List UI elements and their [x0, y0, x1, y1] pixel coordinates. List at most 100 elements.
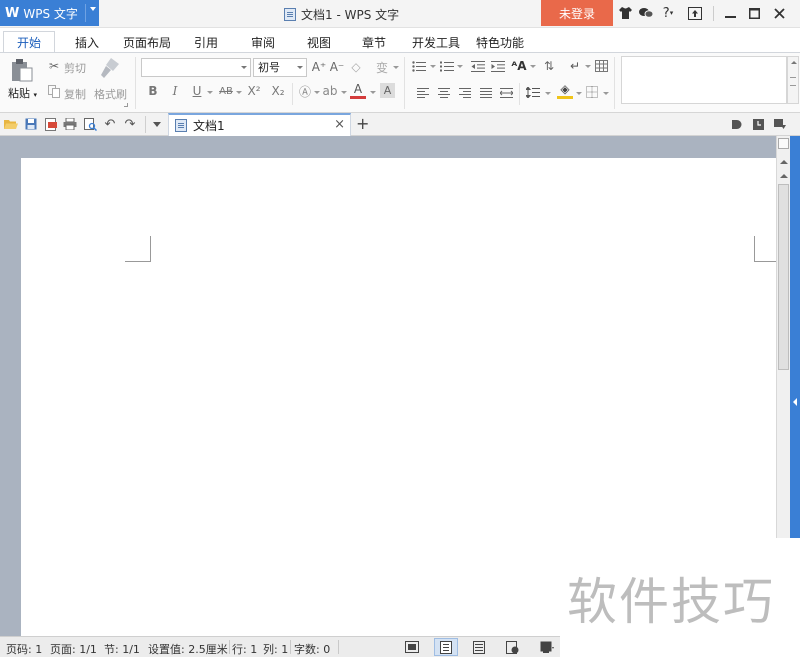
tab-page-layout[interactable]: 页面布局: [123, 34, 171, 51]
redo-icon[interactable]: ↷: [123, 117, 137, 132]
document-workspace[interactable]: [0, 136, 780, 636]
text-direction-icon[interactable]: ᴬA: [511, 58, 527, 74]
page-view-icon[interactable]: [434, 638, 458, 656]
save-icon[interactable]: [24, 117, 38, 131]
outline-view-icon[interactable]: [467, 638, 491, 656]
open-folder-icon[interactable]: [4, 117, 18, 131]
doc-settings-icon[interactable]: [729, 117, 743, 131]
tab-insert[interactable]: 插入: [75, 34, 99, 51]
sort-icon[interactable]: ⇅: [541, 58, 557, 74]
bold-button[interactable]: B: [145, 83, 161, 99]
decrease-indent-icon[interactable]: [471, 61, 485, 75]
grow-font-button[interactable]: A⁺: [311, 59, 327, 75]
numbering-icon[interactable]: [440, 61, 454, 75]
shrink-font-button[interactable]: A⁻: [329, 59, 345, 75]
app-menu-button[interactable]: W WPS 文字: [0, 0, 99, 26]
scroll-up-icon[interactable]: [780, 174, 788, 178]
document-icon: [284, 8, 296, 21]
superscript-button[interactable]: X²: [244, 83, 264, 99]
style-gallery[interactable]: [621, 56, 787, 104]
borders-icon[interactable]: [586, 86, 598, 101]
clipboard-launcher-icon[interactable]: [124, 103, 128, 107]
backup-icon[interactable]: [751, 117, 765, 131]
char-shading-button[interactable]: A: [380, 83, 395, 98]
chat-icon[interactable]: [638, 5, 654, 21]
maximize-icon[interactable]: [746, 5, 762, 21]
status-row: 行: 1: [232, 643, 258, 656]
paste-button[interactable]: 粘贴 ▾: [8, 85, 37, 101]
chevron-down-icon: [297, 66, 303, 69]
status-word-count[interactable]: 字数: 0: [294, 641, 330, 657]
tab-chapter[interactable]: 章节: [362, 34, 386, 51]
distribute-icon[interactable]: [499, 87, 514, 101]
document-tab[interactable]: 文档1 ×: [168, 113, 351, 136]
underline-button[interactable]: U: [189, 83, 205, 99]
line-spacing-icon[interactable]: [524, 86, 540, 101]
format-painter-icon[interactable]: [99, 57, 121, 82]
table-icon[interactable]: [595, 60, 608, 75]
reading-mode-icon[interactable]: [535, 638, 559, 656]
format-painter-button[interactable]: 格式刷: [94, 86, 127, 102]
tab-special-features[interactable]: 特色功能: [476, 34, 524, 51]
login-button[interactable]: 未登录: [541, 0, 613, 26]
vertical-scrollbar[interactable]: [776, 136, 790, 538]
tab-home[interactable]: 开始: [3, 31, 55, 53]
line-break-icon[interactable]: ↵: [567, 58, 583, 74]
scissors-icon[interactable]: ✂: [46, 58, 62, 74]
paste-icon[interactable]: [11, 58, 33, 85]
copy-button[interactable]: 复制: [64, 86, 86, 102]
side-panel-toggle[interactable]: [790, 136, 800, 538]
tab-review[interactable]: 审阅: [251, 34, 275, 51]
text-effect-icon[interactable]: Ⓐ: [297, 83, 313, 99]
export-pdf-icon[interactable]: [44, 117, 58, 131]
clear-format-icon[interactable]: ◇: [348, 59, 364, 75]
align-center-icon[interactable]: [438, 87, 450, 101]
fullscreen-icon[interactable]: [687, 5, 703, 21]
strikethrough-button[interactable]: AB: [216, 83, 236, 99]
scrollbar-thumb[interactable]: [778, 184, 789, 370]
status-page-number: 页码: 1: [6, 643, 43, 656]
margin-corner-top-left: [125, 236, 151, 262]
justify-icon[interactable]: [480, 87, 492, 101]
scroll-up-icon[interactable]: [780, 160, 788, 164]
collapse-ribbon-icon[interactable]: [773, 117, 787, 131]
italic-button[interactable]: I: [167, 83, 183, 99]
new-tab-button[interactable]: +: [356, 114, 369, 133]
copy-icon[interactable]: [46, 83, 62, 99]
print-preview-icon[interactable]: [83, 117, 97, 131]
cut-button[interactable]: 剪切: [64, 60, 86, 76]
ruler-toggle-icon[interactable]: [778, 138, 789, 149]
status-page[interactable]: 页面: 1/1: [50, 641, 97, 657]
font-color-button[interactable]: A: [350, 82, 366, 99]
font-size-select[interactable]: 初号: [253, 58, 307, 77]
tab-references[interactable]: 引用: [194, 34, 218, 51]
customize-toolbar-icon[interactable]: [153, 122, 161, 127]
wps-window: W WPS 文字 文档1 - WPS 文字 未登录 ? ▾ 开始 插入 页面布局…: [0, 0, 800, 657]
align-left-icon[interactable]: [417, 87, 429, 101]
skin-icon[interactable]: [617, 5, 633, 21]
minimize-icon[interactable]: [722, 5, 738, 21]
phonetic-guide-button[interactable]: 变: [374, 59, 390, 75]
chevron-down-icon: [241, 66, 247, 69]
status-bar: 页码: 1 页面: 1/1 节: 1/1 设置值: 2.5厘米 行: 1 列: …: [0, 636, 560, 657]
close-icon[interactable]: [771, 5, 787, 21]
print-icon[interactable]: [63, 117, 77, 131]
shading-fill-icon[interactable]: ◈: [557, 82, 573, 99]
font-family-select[interactable]: [141, 58, 251, 77]
undo-icon[interactable]: ↶: [103, 117, 117, 132]
increase-indent-icon[interactable]: [491, 61, 505, 75]
align-right-icon[interactable]: [459, 87, 471, 101]
fullscreen-view-icon[interactable]: [400, 638, 424, 656]
subscript-button[interactable]: X₂: [268, 83, 288, 99]
highlight-icon[interactable]: ab: [322, 83, 338, 99]
tab-developer[interactable]: 开发工具: [412, 34, 460, 51]
bullets-icon[interactable]: [412, 61, 426, 75]
style-gallery-scroll[interactable]: [787, 56, 799, 104]
tab-view[interactable]: 视图: [307, 34, 331, 51]
ribbon-home: 粘贴 ▾ ✂ 剪切 复制 格式刷 初号 A⁺ A⁻ ◇ 变 B I U AB X…: [0, 53, 800, 113]
close-tab-icon[interactable]: ×: [334, 117, 345, 132]
status-section: 节: 1/1: [104, 643, 140, 656]
chevron-down-icon[interactable]: [90, 7, 96, 11]
help-icon[interactable]: ? ▾: [658, 5, 678, 21]
web-view-icon[interactable]: [500, 638, 524, 656]
